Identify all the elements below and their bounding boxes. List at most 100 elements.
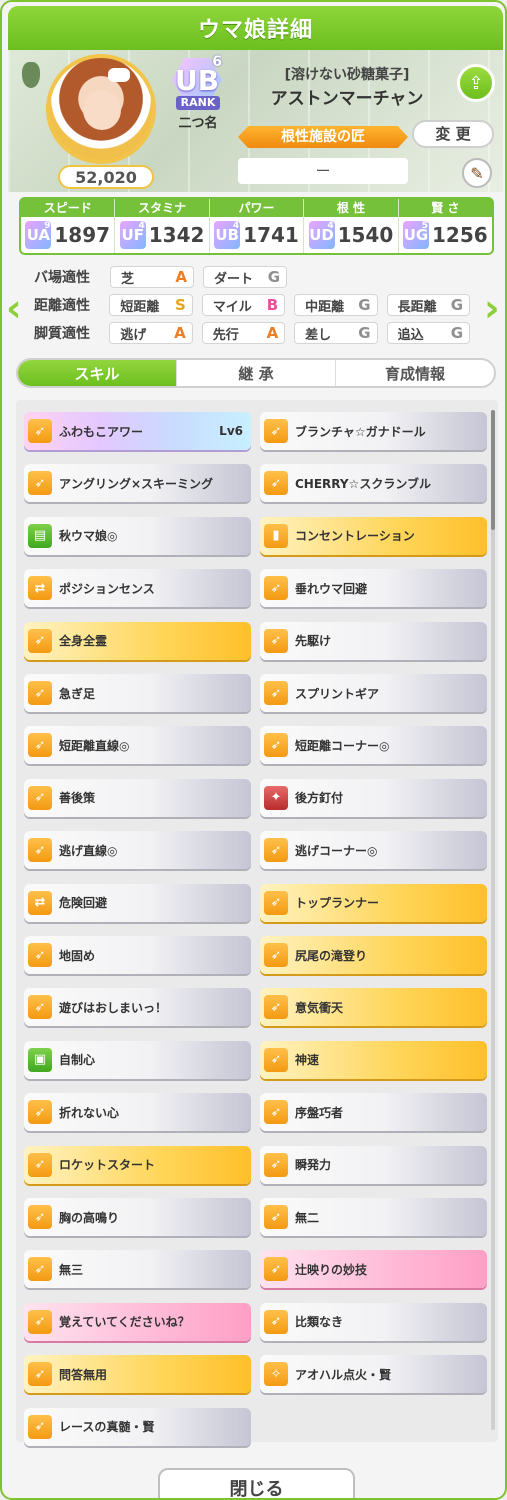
skill-item[interactable]: ➶ 急ぎ足: [24, 674, 251, 712]
skill-item[interactable]: ➶ 短距離直線◎: [24, 726, 251, 765]
skill-item[interactable]: ➶ 全身全霊: [24, 621, 251, 660]
next-arrow-icon[interactable]: ›: [484, 286, 505, 330]
skill-name: 後方釘付: [295, 791, 344, 806]
prev-arrow-icon[interactable]: ‹: [6, 286, 28, 330]
memo-field: ー: [238, 158, 408, 184]
skill-item[interactable]: ▣ 自制心: [24, 1040, 251, 1079]
speed-icon: ➶: [264, 576, 288, 601]
skill-item[interactable]: ➶ 意気衝天: [260, 988, 487, 1027]
skill-item[interactable]: ➶ 善後策: [24, 778, 251, 817]
skill-item[interactable]: ➶ 短距離コーナー◎: [260, 726, 487, 765]
speed-icon: ➶: [264, 943, 288, 967]
skill-item[interactable]: ➶ 無三: [24, 1250, 251, 1289]
skill-name: 辻映りの妙技: [295, 1262, 368, 1277]
skill-item[interactable]: ➶ スプリントギア: [260, 674, 487, 712]
skill-item[interactable]: ➶ 辻映りの妙技: [260, 1250, 487, 1289]
aptitude-long: 長距離 G: [386, 294, 471, 316]
skill-item[interactable]: ⇄ ポジションセンス: [24, 569, 251, 608]
speed-icon: ➶: [264, 471, 288, 496]
skill-item[interactable]: ⇄ 危険回避: [24, 883, 251, 922]
skill-item[interactable]: ➶ ブランチャ☆ガナドール: [260, 412, 487, 450]
aptitude-dirt: ダート G: [203, 266, 287, 288]
skill-item[interactable]: ▤ 秋ウマ娘◎: [24, 516, 251, 555]
skill-item[interactable]: ➶ 折れない心: [24, 1093, 251, 1132]
speed-icon: ➶: [28, 838, 52, 863]
share-button[interactable]: ⇪: [457, 64, 495, 102]
style-aptitude-row: 脚質適性 逃げ A 先行 A 差し G 追込 G: [34, 321, 479, 345]
close-button[interactable]: 閉じる: [158, 1468, 355, 1498]
skill-item[interactable]: ✦ 後方釘付: [260, 778, 487, 817]
skill-item[interactable]: ➶ 垂れウマ回避: [260, 569, 487, 608]
skill-scrollbar[interactable]: [491, 410, 495, 1430]
aptitude-label: 脚質適性: [34, 326, 90, 342]
skill-name: ふわもこアワー: [59, 424, 144, 439]
skill-item[interactable]: ➶ 覚えていてくださいね？: [24, 1302, 251, 1341]
skill-name: トップランナー: [295, 896, 380, 911]
stat-speed: スピード UA 9 1897: [21, 199, 116, 253]
stat-power: パワー UB 4 1741: [209, 199, 305, 253]
speed-icon: ➶: [28, 1309, 52, 1334]
skill-name: レースの真髄・賢: [59, 1420, 155, 1435]
speed-icon: ➶: [28, 681, 52, 705]
stat-label: スタミナ: [115, 199, 209, 217]
fan-count: 52,020: [58, 165, 154, 189]
speed-icon: ➶: [28, 733, 52, 758]
carrot-icon: [22, 62, 40, 88]
tab-training-info[interactable]: 育成情報: [335, 360, 494, 386]
stat-grade: UA 9: [25, 221, 52, 249]
skill-scrollbar-thumb[interactable]: [491, 410, 495, 530]
skill-item[interactable]: ▮ コンセントレーション: [260, 516, 487, 555]
skill-item[interactable]: ➶ 先駆け: [260, 621, 487, 660]
umamusume-detail-dialog: ウマ娘詳細 52,020 UB 6 RANK 二つ名 [溶けない砂糖菓子] アス…: [0, 0, 507, 1500]
skill-name: ポジションセンス: [59, 581, 155, 596]
edit-button[interactable]: ✎: [462, 158, 492, 188]
skill-item[interactable]: ➶ レースの真髄・賢: [24, 1407, 251, 1446]
speed-icon: ➶: [264, 681, 288, 705]
speed-icon: ➶: [28, 1257, 52, 1282]
aoharu-icon: ✧: [264, 1362, 288, 1387]
skill-item[interactable]: ➶ 序盤巧者: [260, 1093, 487, 1132]
skill-item[interactable]: ➶ 尻尾の滝登り: [260, 936, 487, 974]
speed-icon: ➶: [264, 1205, 288, 1229]
skill-name: 先駆け: [295, 634, 332, 649]
stat-label: パワー: [209, 199, 304, 217]
detail-tabs: スキル 継 承 育成情報: [16, 358, 496, 388]
skill-item[interactable]: ➶ 逃げコーナー◎: [260, 831, 487, 870]
skill-item[interactable]: ➶ 胸の高鳴り: [24, 1198, 251, 1236]
tab-inheritance[interactable]: 継 承: [176, 360, 335, 386]
speed-icon: ➶: [28, 1100, 52, 1125]
skill-name: コンセントレーション: [295, 529, 415, 544]
skill-item[interactable]: ➶ 神速: [260, 1040, 487, 1079]
skill-name: 無三: [59, 1262, 84, 1277]
speed-icon: ➶: [28, 1205, 52, 1229]
skill-item[interactable]: ➶ CHERRY☆スクランブル: [260, 464, 487, 503]
skill-item[interactable]: ➶ ロケットスタート: [24, 1145, 251, 1184]
skill-item[interactable]: ✧ アオハル点火・賢: [260, 1355, 487, 1394]
skill-item[interactable]: ➶ 比類なき: [260, 1302, 487, 1341]
skill-item[interactable]: ➶ 問答無用: [24, 1355, 251, 1394]
speed-icon: ➶: [264, 1100, 288, 1125]
nickname-label[interactable]: 二つ名: [170, 112, 226, 131]
skill-item[interactable]: ➶ アングリング×スキーミング: [24, 464, 251, 503]
position-icon: ⇄: [28, 890, 52, 915]
skill-item[interactable]: ➶ ふわもこアワー Lv6: [24, 412, 251, 450]
skill-item[interactable]: ➶ 地固め: [24, 936, 251, 974]
skill-item[interactable]: ➶ 無二: [260, 1198, 487, 1236]
skill-name: 尻尾の滝登り: [295, 948, 368, 963]
stat-value: 1897: [54, 223, 111, 247]
position-icon: ⇄: [28, 576, 52, 601]
change-button[interactable]: 変 更: [412, 120, 494, 148]
skill-name: 自制心: [59, 1053, 96, 1068]
skill-item[interactable]: ➶ トップランナー: [260, 883, 487, 922]
skill-item[interactable]: ➶ 遊びはおしまいっ！: [24, 988, 251, 1027]
skill-item[interactable]: ➶ 瞬発力: [260, 1145, 487, 1184]
dialog-title: ウマ娘詳細: [8, 6, 503, 50]
stat-grade: UB 4: [214, 221, 241, 249]
skill-name: 瞬発力: [295, 1158, 332, 1173]
skill-name: 垂れウマ回避: [295, 581, 368, 596]
avatar[interactable]: [46, 54, 156, 164]
rank-label: RANK: [176, 96, 220, 110]
tab-skills[interactable]: スキル: [18, 360, 176, 386]
aptitude-sprint: 短距離 S: [109, 294, 193, 316]
skill-item[interactable]: ➶ 逃げ直線◎: [24, 831, 251, 870]
